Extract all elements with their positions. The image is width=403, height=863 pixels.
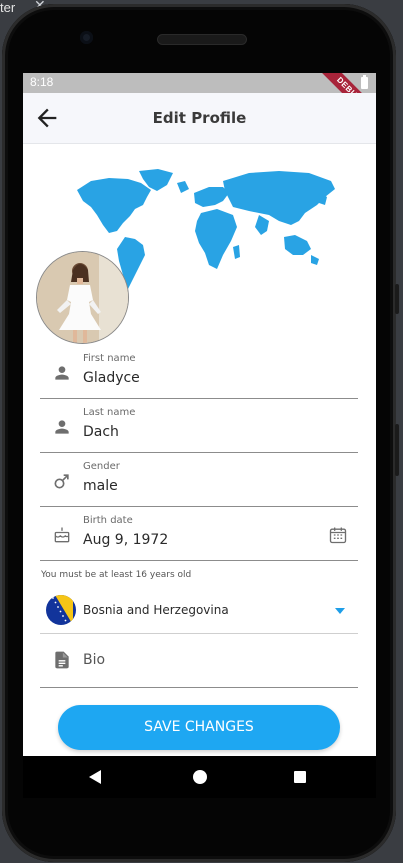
cake-icon [54, 527, 70, 543]
save-changes-button[interactable]: SAVE CHANGES [58, 705, 340, 750]
recents-square-icon[interactable] [294, 771, 306, 783]
earpiece-speaker [157, 34, 247, 45]
status-time: 8:18 [30, 75, 54, 89]
app-screen: 8:18 DEBUG Edit Profile First name Glady… [23, 73, 376, 756]
country-value: Bosnia and Herzegovina [83, 603, 229, 617]
birth-date-hint: You must be at least 16 years old [41, 570, 192, 580]
desktop-window-title-fragment: ter [0, 0, 16, 15]
power-button [395, 424, 399, 476]
country-dropdown[interactable]: Bosnia and Herzegovina [40, 588, 358, 634]
profile-photo [37, 252, 128, 343]
bosnia-flag [46, 595, 76, 625]
status-bar: 8:18 [23, 73, 376, 93]
avatar[interactable] [36, 251, 129, 344]
person-icon [55, 420, 69, 434]
front-camera [80, 31, 93, 44]
last-name-value[interactable]: Dach [83, 424, 119, 440]
page-title: Edit Profile [152, 109, 247, 127]
gender-label: Gender [83, 461, 120, 472]
bio-placeholder: Bio [83, 652, 106, 668]
gender-field[interactable]: Gender male [40, 453, 358, 507]
gender-value[interactable]: male [83, 478, 118, 494]
last-name-field[interactable]: Last name Dach [40, 399, 358, 453]
home-circle-icon[interactable] [193, 770, 207, 784]
birth-date-field[interactable]: Birth date Aug 9, 1972 [40, 507, 358, 561]
volume-button [395, 284, 399, 314]
dropdown-arrow-icon[interactable] [335, 608, 345, 614]
android-nav-bar [23, 756, 376, 798]
first-name-value[interactable]: Gladyce [83, 370, 140, 386]
birth-date-value[interactable]: Aug 9, 1972 [83, 532, 168, 548]
first-name-field[interactable]: First name Gladyce [40, 345, 358, 399]
battery-icon [361, 75, 368, 89]
first-name-label: First name [83, 353, 136, 364]
last-name-label: Last name [83, 407, 136, 418]
male-icon [54, 474, 69, 489]
back-triangle-icon[interactable] [89, 770, 101, 784]
birth-date-label: Birth date [83, 515, 133, 526]
document-icon [55, 651, 69, 669]
calendar-icon[interactable] [328, 525, 348, 545]
app-bar: Edit Profile [23, 93, 376, 144]
person-icon [55, 366, 69, 380]
bio-field[interactable]: Bio [40, 634, 358, 688]
